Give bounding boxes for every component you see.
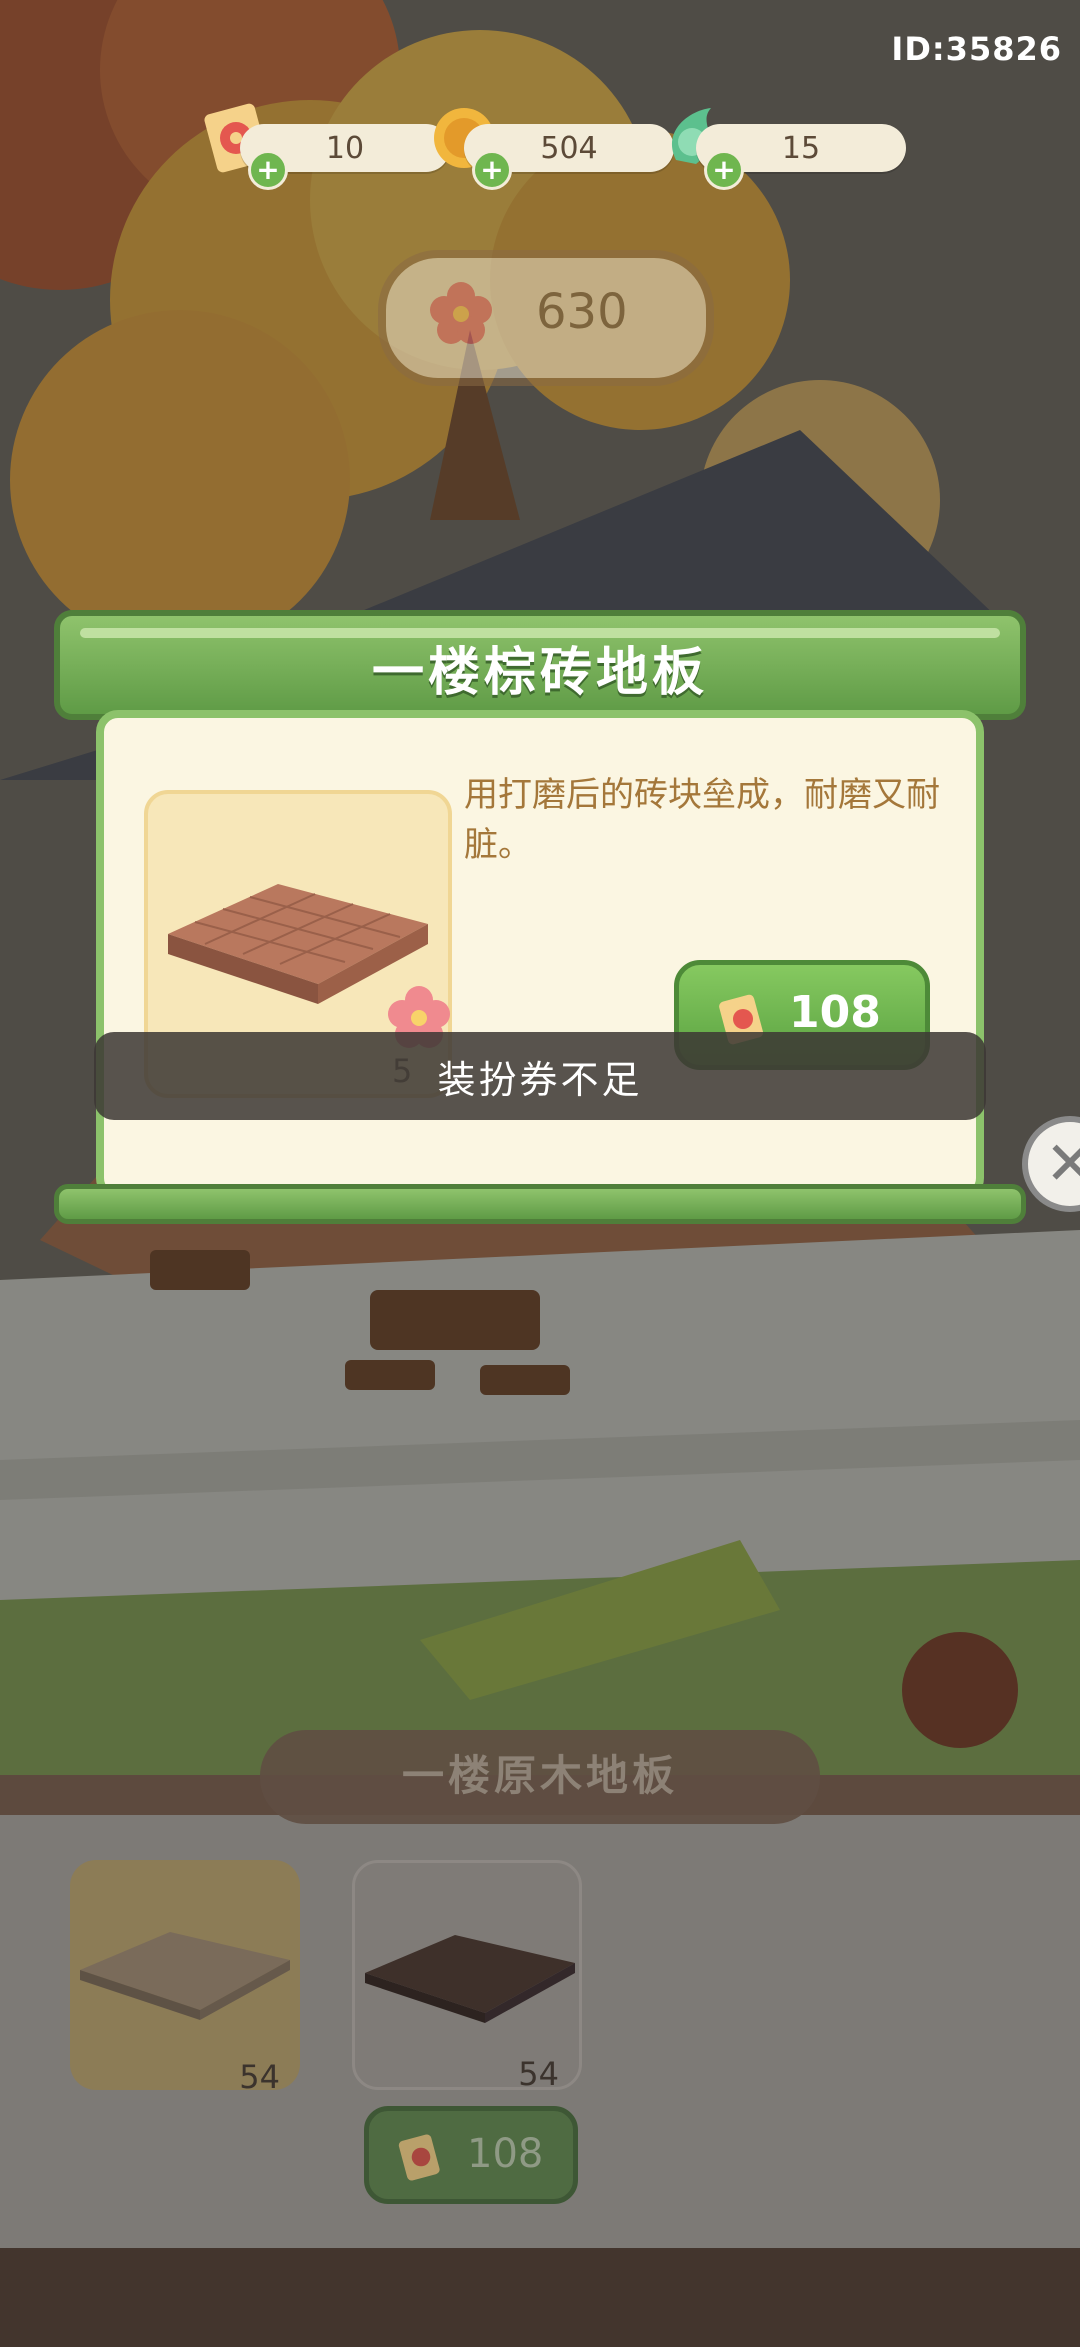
add-ticket-icon[interactable]: + xyxy=(248,150,288,190)
bottom-strip xyxy=(0,2248,1080,2347)
item-detail-modal: 一楼棕砖地板 用打磨后的砖块垒成，耐磨又耐脏。 5 xyxy=(54,610,1026,1230)
player-id: ID:35826 xyxy=(891,30,1062,68)
close-icon: ✕ xyxy=(1044,1129,1080,1199)
add-coin-icon[interactable]: + xyxy=(472,150,512,190)
floor-option-light-wood[interactable]: 54 xyxy=(70,1860,300,2096)
modal-title: 一楼棕砖地板 xyxy=(371,643,708,703)
add-leaf-icon[interactable]: + xyxy=(704,150,744,190)
flower-counter: 630 xyxy=(378,250,714,386)
modal-bottom-bar xyxy=(54,1184,1026,1224)
toast-message: 装扮券不足 xyxy=(94,1032,986,1120)
flower-counter-value: 630 xyxy=(536,284,628,340)
floor-option-dark-wood[interactable]: 54 xyxy=(352,1860,582,2093)
dress-ticket-icon xyxy=(398,2134,440,2181)
floor-count: 54 xyxy=(239,2058,280,2096)
item-description: 用打磨后的砖块垒成，耐磨又耐脏。 xyxy=(464,775,940,865)
buy-price: 108 xyxy=(789,987,881,1038)
flower-icon xyxy=(430,282,492,344)
panel-title: 一楼原木地板 xyxy=(401,1751,678,1800)
light-wood-floor-image xyxy=(80,1932,290,2020)
panel-buy-button[interactable]: 108 xyxy=(364,2106,578,2204)
panel-buy-price: 108 xyxy=(467,2131,544,2177)
floor-count: 54 xyxy=(518,2055,559,2093)
